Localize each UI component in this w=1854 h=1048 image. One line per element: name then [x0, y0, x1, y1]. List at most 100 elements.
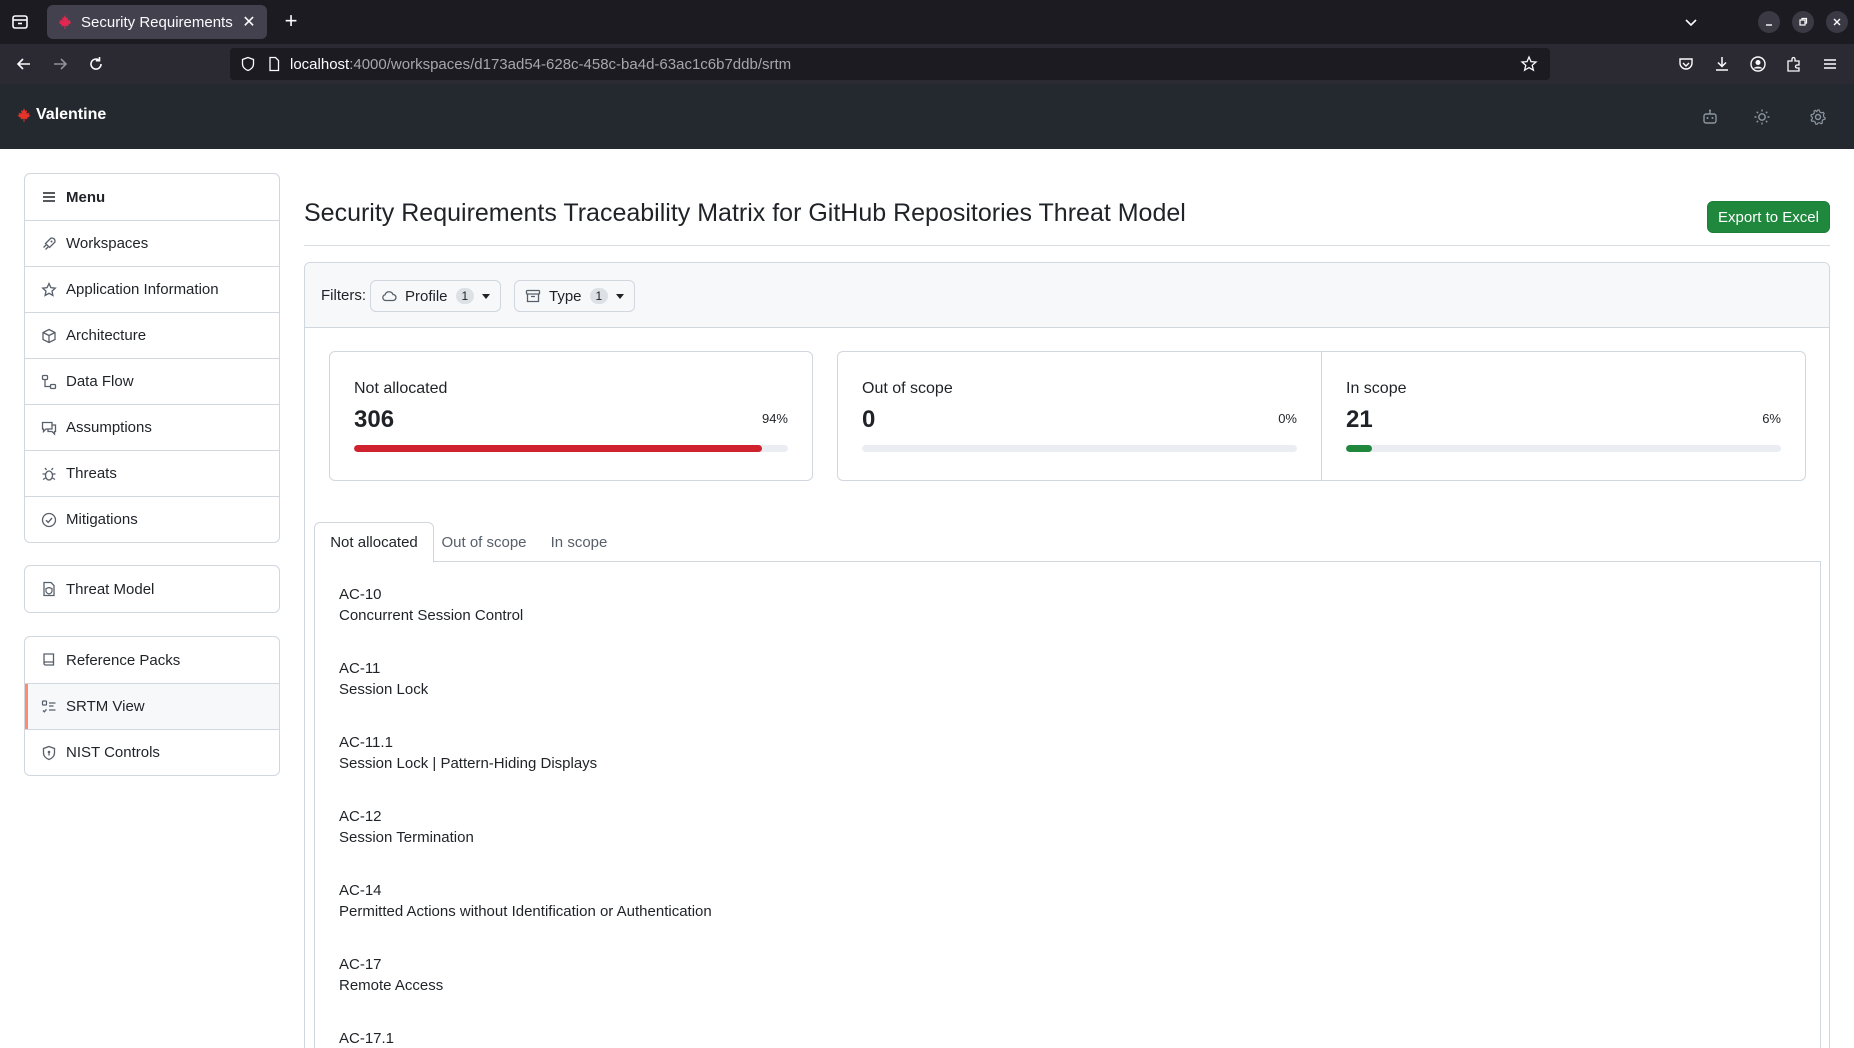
profile-filter-button[interactable]: Profile 1	[370, 280, 502, 312]
restore-icon[interactable]	[1792, 11, 1814, 33]
close-window-icon[interactable]	[1826, 11, 1848, 33]
list-item[interactable]: AC-11.1 Session Lock | Pattern-Hiding Di…	[339, 732, 597, 774]
progress-bar	[1346, 445, 1781, 452]
maple-leaf-icon	[58, 15, 72, 29]
tab-not-allocated[interactable]: Not allocated	[314, 522, 434, 563]
new-tab-icon[interactable]: +	[278, 9, 304, 35]
rocket-icon	[41, 236, 57, 252]
stat-card-out-of-scope: Out of scope 0 0%	[837, 351, 1322, 481]
requirement-name: Session Termination	[339, 829, 474, 846]
sidebar-item-label: Mitigations	[66, 511, 138, 528]
shield-icon[interactable]	[240, 56, 256, 72]
back-icon[interactable]	[12, 52, 36, 76]
tab-in-scope[interactable]: In scope	[534, 522, 624, 563]
requirements-list: AC-10 Concurrent Session Control AC-11 S…	[314, 562, 1821, 1048]
requirement-id: AC-14	[339, 882, 382, 899]
list-item[interactable]: AC-12 Session Termination	[339, 806, 474, 848]
checklist-icon	[41, 699, 57, 715]
sun-icon[interactable]	[1751, 106, 1773, 128]
requirement-name: Session Lock | Pattern-Hiding Displays	[339, 755, 598, 772]
browser-titlebar: Security Requirements T ✕ +	[0, 0, 1854, 44]
list-item[interactable]: AC-11 Session Lock	[339, 658, 428, 700]
gear-icon[interactable]	[1807, 106, 1829, 128]
bug-icon	[41, 466, 57, 482]
type-filter-button[interactable]: Type 1	[514, 280, 636, 312]
app-header: Valentine	[0, 84, 1854, 149]
export-to-excel-button[interactable]: Export to Excel	[1707, 201, 1830, 233]
account-icon[interactable]	[1746, 52, 1770, 76]
sidebar-item-label: Threats	[66, 465, 117, 482]
robot-icon[interactable]	[1699, 106, 1721, 128]
sidebar-item-application-information[interactable]: Application Information	[25, 266, 279, 312]
sidebar-item-srtm-view[interactable]: SRTM View	[25, 683, 279, 729]
stat-percent: 94%	[761, 411, 788, 426]
sidebar-item-assumptions[interactable]: Assumptions	[25, 404, 279, 450]
list-all-tabs-icon[interactable]	[1680, 11, 1702, 33]
progress-bar	[862, 445, 1297, 452]
filter-count-badge: 1	[455, 288, 475, 304]
browser-tab[interactable]: Security Requirements T ✕	[47, 5, 267, 39]
requirement-id: AC-12	[339, 808, 382, 825]
list-item[interactable]: AC-14 Permitted Actions without Identifi…	[339, 880, 712, 922]
archive-icon	[525, 288, 541, 304]
pocket-icon[interactable]	[1674, 52, 1698, 76]
tab-list-icon[interactable]	[8, 10, 32, 34]
extensions-icon[interactable]	[1782, 52, 1806, 76]
list-item[interactable]: AC-17.1	[339, 1028, 394, 1048]
bookmark-star-icon[interactable]	[1520, 55, 1538, 73]
maple-leaf-icon	[17, 108, 31, 122]
progress-bar-fill	[1346, 445, 1373, 452]
reload-icon[interactable]	[84, 52, 108, 76]
shield-icon	[41, 745, 57, 761]
brand[interactable]: Valentine	[16, 106, 106, 124]
list-item[interactable]: AC-17 Remote Access	[339, 954, 443, 996]
sidebar-item-reference-packs[interactable]: Reference Packs	[25, 637, 279, 683]
progress-bar-fill	[354, 445, 762, 452]
progress-bar	[354, 445, 788, 452]
forward-icon[interactable]	[48, 52, 72, 76]
sidebar-item-workspaces[interactable]: Workspaces	[25, 220, 279, 266]
stat-card-in-scope: In scope 21 6%	[1321, 351, 1806, 481]
stat-card-not-allocated: Not allocated 306 94%	[329, 351, 813, 481]
filters-label: Filters:	[321, 287, 366, 304]
requirement-name: Remote Access	[339, 977, 444, 994]
downloads-icon[interactable]	[1710, 52, 1734, 76]
sidebar-item-threat-model[interactable]: Threat Model	[25, 566, 279, 612]
srtm-panel: Filters: Profile 1 Type 1 Not allocated …	[304, 262, 1830, 1048]
url-bar[interactable]: localhost:4000/workspaces/d173ad54-628c-…	[230, 48, 1550, 80]
url-path: :4000/workspaces/d173ad54-628c-458c-ba4d…	[349, 55, 792, 73]
tab-out-of-scope[interactable]: Out of scope	[434, 522, 534, 563]
minimize-icon[interactable]	[1758, 11, 1780, 33]
sidebar-threat-model-group: Threat Model	[24, 565, 280, 613]
sidebar-item-threats[interactable]: Threats	[25, 450, 279, 496]
sidebar-item-label: Threat Model	[66, 580, 155, 598]
tab-close-icon[interactable]: ✕	[241, 12, 257, 32]
list-item[interactable]: AC-10 Concurrent Session Control	[339, 584, 523, 626]
hamburger-menu-icon[interactable]	[1818, 52, 1842, 76]
workflow-icon	[41, 374, 57, 390]
sidebar-item-label: SRTM View	[66, 698, 145, 715]
sidebar-menu-title: Menu	[66, 188, 106, 206]
sidebar-item-mitigations[interactable]: Mitigations	[25, 496, 279, 542]
sidebar-item-nist-controls[interactable]: NIST Controls	[25, 729, 279, 775]
sidebar-item-data-flow[interactable]: Data Flow	[25, 358, 279, 404]
book-icon	[41, 652, 57, 668]
filter-bar: Filters: Profile 1 Type 1	[305, 263, 1829, 328]
sidebar-menu-header[interactable]: Menu	[25, 174, 279, 220]
threat-model-icon	[41, 581, 57, 597]
tab-nav: Not allocated Out of scope In scope	[314, 522, 1821, 563]
sidebar-item-label: Application Information	[66, 281, 219, 298]
requirement-id: AC-11	[339, 660, 381, 677]
page-icon	[269, 56, 280, 72]
browser-navbar: localhost:4000/workspaces/d173ad54-628c-…	[0, 44, 1854, 84]
sidebar-item-label: NIST Controls	[66, 744, 160, 761]
chevron-down-icon	[616, 293, 625, 299]
sidebar-item-label: Reference Packs	[66, 651, 181, 669]
stat-percent: 6%	[1762, 411, 1781, 426]
filter-label: Profile	[405, 287, 448, 305]
sidebar-item-architecture[interactable]: Architecture	[25, 312, 279, 358]
stat-label: Not allocated	[354, 380, 448, 397]
sidebar-item-label: Assumptions	[66, 419, 152, 436]
sidebar-item-label: Workspaces	[66, 235, 149, 252]
check-circle-icon	[41, 512, 57, 528]
